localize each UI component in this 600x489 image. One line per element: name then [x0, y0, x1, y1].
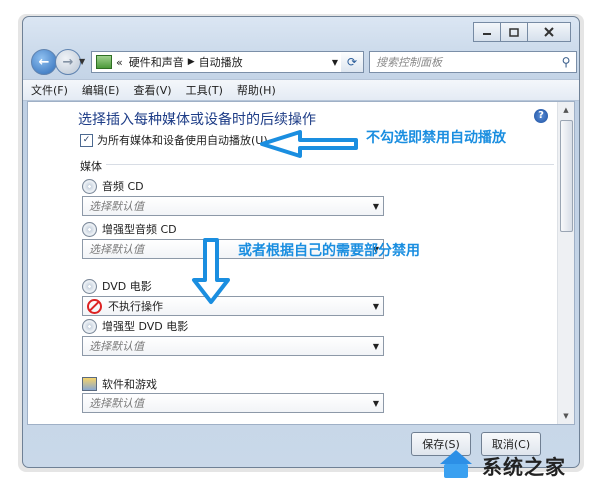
house-logo-icon — [436, 450, 476, 480]
annotation-partial-note: 或者根据自己的需要部分禁用 — [238, 243, 420, 259]
arrow-down-icon — [192, 238, 230, 304]
watermark-logo: 系统之家 — [436, 446, 596, 484]
annotation-disable-note: 不勾选即禁用自动播放 — [366, 130, 506, 146]
arrow-left-icon — [260, 130, 358, 158]
watermark-text: 系统之家 — [482, 454, 566, 479]
